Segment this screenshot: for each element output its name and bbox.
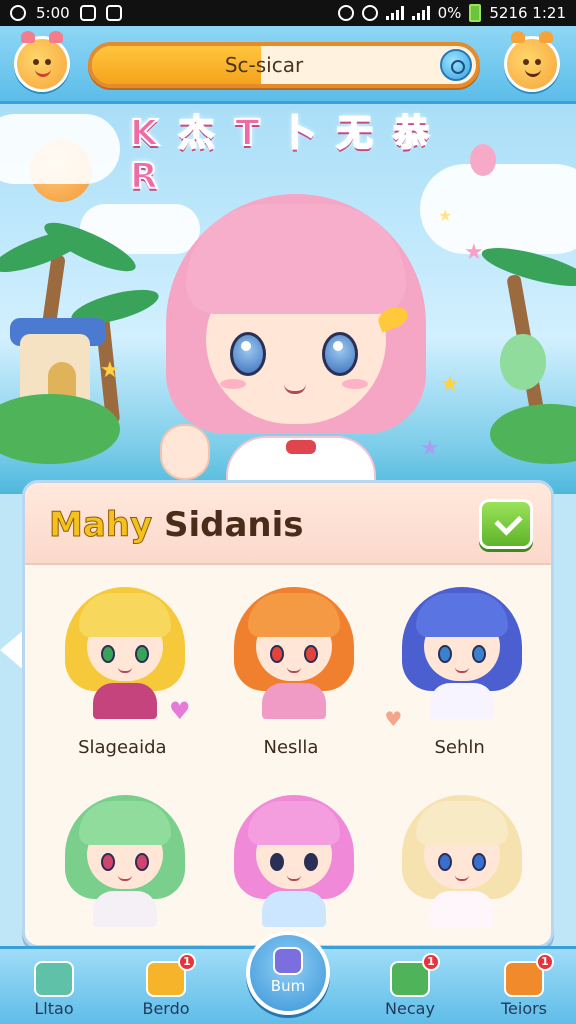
hero-scene: ★ ★ ★ ★ ★ K 杰 T 卜 无 恭 R: [0, 104, 576, 494]
star-icon: ★: [100, 358, 120, 383]
nav-item-map[interactable]: Lltao: [14, 961, 94, 1024]
balloon: [470, 144, 496, 176]
bottom-nav: Lltao 1 Berdo Bum 1 Necay 1 Teiors: [0, 931, 576, 1024]
bow-icon: [286, 440, 316, 454]
star-icon: ★: [440, 372, 460, 397]
character-card[interactable]: [210, 787, 373, 945]
character-portrait: [233, 579, 354, 719]
heart-icon[interactable]: ♥: [384, 707, 402, 731]
character-panel: Mahy Sidanis ♥ Slageaida Neslla ♥ Sehln: [22, 480, 554, 948]
panel-title: Mahy Sidanis: [48, 505, 304, 546]
app-icon: [79, 5, 96, 21]
sync-icon: [10, 5, 26, 21]
character-card[interactable]: Neslla: [210, 579, 373, 769]
panel-title-rest: Sidanis: [152, 505, 304, 545]
search-label: Sc-sicar: [224, 53, 304, 77]
star-icon: ★: [438, 206, 453, 225]
nav-item-chat[interactable]: 1 Necay: [370, 953, 450, 1024]
nav-item-tickets[interactable]: 1 Teiors: [484, 953, 564, 1024]
search-bar[interactable]: Sc-sicar: [88, 42, 480, 88]
status-bar: 5:00 0% 5216 1:21: [0, 0, 576, 26]
signal-icon-2: [411, 6, 430, 20]
character-portrait: [233, 787, 354, 927]
panel-title-accent: Mahy: [48, 505, 153, 546]
battery-icon: [469, 4, 482, 22]
heart-icon[interactable]: ♥: [169, 697, 191, 725]
nav-item-home[interactable]: Bum: [246, 931, 330, 1015]
character-card[interactable]: ♥ Slageaida: [41, 579, 204, 769]
battery-percent: 0%: [437, 4, 462, 22]
star-icon: ★: [464, 240, 484, 265]
character-portrait: [402, 787, 523, 927]
cloud: [0, 114, 120, 184]
character-name: Neslla: [263, 737, 319, 758]
notification-icon: [105, 5, 122, 21]
badge: 1: [536, 953, 554, 971]
chat-icon: 1: [390, 953, 440, 997]
home-icon: [273, 947, 303, 975]
search-icon[interactable]: [440, 49, 472, 81]
map-icon: [34, 961, 74, 997]
character-portrait: [402, 579, 523, 719]
balloon: [500, 334, 546, 390]
panel-header: Mahy Sidanis: [25, 483, 551, 565]
top-bar: Sc-sicar: [0, 26, 576, 104]
alarm-icon: [337, 5, 354, 21]
g-icon: [361, 5, 378, 21]
status-right-text: 5216 1:21: [489, 4, 566, 22]
character-card[interactable]: ♥ Sehln: [378, 579, 541, 769]
waving-hand: [160, 424, 210, 480]
badge: 1: [422, 953, 440, 971]
badge: 1: [178, 953, 196, 971]
nav-label: Bum: [270, 977, 306, 995]
character-portrait: [65, 579, 185, 719]
nav-label: Teiors: [500, 999, 548, 1018]
character-name: Slageaida: [78, 737, 167, 758]
ticket-icon: 1: [504, 953, 554, 997]
character-card[interactable]: [41, 787, 204, 945]
nav-label: Lltao: [34, 999, 74, 1018]
status-time: 5:00: [36, 4, 70, 22]
confirm-check-button[interactable]: [479, 499, 533, 549]
nav-label: Berdo: [142, 999, 190, 1018]
signal-icon: [385, 6, 404, 20]
profile-avatar-button[interactable]: [14, 31, 70, 92]
main-character[interactable]: [156, 174, 436, 494]
game-title: K 杰 T 卜 无 恭 R: [129, 112, 434, 198]
character-name: Sehln: [434, 737, 485, 758]
character-grid: ♥ Slageaida Neslla ♥ Sehln: [41, 579, 541, 945]
character-portrait: [65, 787, 185, 927]
character-card[interactable]: [378, 787, 541, 945]
nav-item-gift[interactable]: 1 Berdo: [126, 953, 206, 1024]
nav-label: Necay: [385, 999, 435, 1018]
gift-icon: 1: [146, 953, 196, 997]
friend-avatar-button[interactable]: [504, 31, 560, 92]
